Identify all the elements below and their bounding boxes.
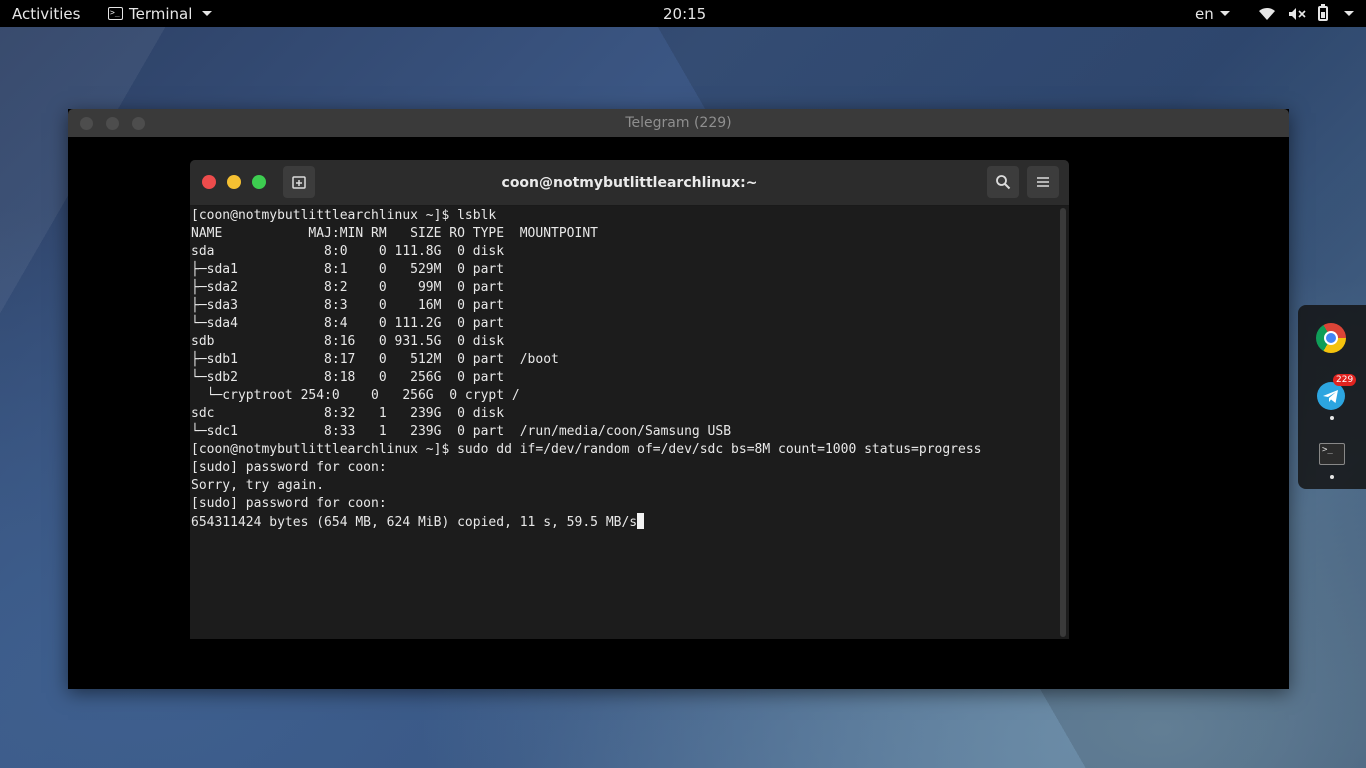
telegram-maximize-button[interactable] <box>132 117 145 130</box>
activities-label: Activities <box>12 4 81 23</box>
unread-badge: 229 <box>1333 374 1357 386</box>
terminal-line: NAME MAJ:MIN RM SIZE RO TYPE MOUNTPOINT <box>191 226 598 241</box>
terminal-text: [coon@notmybutlittlearchlinux ~]$ lsblk … <box>190 206 1056 532</box>
app-menu-label: Terminal <box>129 4 193 23</box>
terminal-line: └─sda4 8:4 0 111.2G 0 part <box>191 316 505 331</box>
chevron-down-icon <box>202 11 213 16</box>
search-button[interactable] <box>987 166 1019 198</box>
terminal-line: [coon@notmybutlittlearchlinux ~]$ sudo d… <box>191 442 982 457</box>
system-menu[interactable] <box>1258 0 1354 27</box>
terminal-line: [sudo] password for coon: <box>191 496 387 511</box>
chevron-down-icon <box>1344 11 1354 16</box>
telegram-icon <box>1317 382 1345 410</box>
terminal-line: sda 8:0 0 111.8G 0 disk <box>191 244 505 259</box>
activities-button[interactable]: Activities <box>12 0 80 27</box>
new-tab-button[interactable] <box>283 166 315 198</box>
terminal-output[interactable]: [coon@notmybutlittlearchlinux ~]$ lsblk … <box>190 206 1056 639</box>
dock-app-telegram[interactable]: 229 <box>1316 374 1357 420</box>
terminal-line: 654311424 bytes (654 MB, 624 MiB) copied… <box>191 515 638 530</box>
search-icon <box>996 175 1011 190</box>
scrollbar-thumb[interactable] <box>1060 208 1066 637</box>
clock[interactable]: 20:15 <box>663 0 706 27</box>
maximize-button[interactable] <box>252 175 266 189</box>
close-button[interactable] <box>202 175 216 189</box>
wifi-icon <box>1259 7 1275 20</box>
terminal-icon: >_ <box>108 7 123 20</box>
battery-icon <box>1318 4 1328 21</box>
running-indicator <box>1330 416 1334 420</box>
terminal-line: ├─sda1 8:1 0 529M 0 part <box>191 262 505 277</box>
volume-muted-icon <box>1289 7 1306 20</box>
terminal-line: └─sdc1 8:33 1 239G 0 part /run/media/coo… <box>191 424 732 439</box>
terminal-headerbar[interactable]: coon@notmybutlittlearchlinux:~ <box>190 160 1069 206</box>
terminal-line: [sudo] password for coon: <box>191 460 387 475</box>
menu-button[interactable] <box>1027 166 1059 198</box>
dash-dock: 229 >_ <box>1298 305 1366 489</box>
terminal-line: ├─sdb1 8:17 0 512M 0 part /boot <box>191 352 559 367</box>
minimize-button[interactable] <box>227 175 241 189</box>
terminal-line: sdc 8:32 1 239G 0 disk <box>191 406 505 421</box>
hamburger-menu-icon <box>1037 177 1049 187</box>
terminal-line: └─cryptroot 254:0 0 256G 0 crypt / <box>191 388 520 403</box>
chevron-down-icon <box>1219 11 1230 16</box>
chrome-icon <box>1316 323 1346 353</box>
clock-label: 20:15 <box>663 4 707 23</box>
terminal-title: coon@notmybutlittlearchlinux:~ <box>501 174 758 191</box>
top-bar: Activities >_ Terminal 20:15 en <box>0 0 1366 27</box>
app-menu[interactable]: >_ Terminal <box>108 0 213 27</box>
terminal-scrollbar[interactable] <box>1056 206 1069 639</box>
new-tab-icon <box>292 176 306 189</box>
terminal-window[interactable]: coon@notmybutlittlearchlinux:~ [coon@not… <box>190 160 1069 639</box>
dock-app-chrome[interactable] <box>1316 323 1348 355</box>
terminal-line: ├─sda2 8:2 0 99M 0 part <box>191 280 505 295</box>
telegram-minimize-button[interactable] <box>106 117 119 130</box>
terminal-line: sdb 8:16 0 931.5G 0 disk <box>191 334 505 349</box>
terminal-line: [coon@notmybutlittlearchlinux ~]$ lsblk <box>191 208 497 223</box>
terminal-line: └─sdb2 8:18 0 256G 0 part <box>191 370 505 385</box>
terminal-icon: >_ <box>1319 443 1345 465</box>
telegram-titlebar[interactable]: Telegram (229) <box>68 109 1289 137</box>
language-selector[interactable]: en <box>1195 0 1230 27</box>
telegram-close-button[interactable] <box>80 117 93 130</box>
language-label: en <box>1195 4 1214 23</box>
telegram-title: Telegram (229) <box>625 115 732 131</box>
text-cursor <box>637 513 645 529</box>
dock-app-terminal[interactable]: >_ <box>1316 439 1348 479</box>
terminal-line: Sorry, try again. <box>191 478 325 493</box>
terminal-line: ├─sda3 8:3 0 16M 0 part <box>191 298 505 313</box>
running-indicator <box>1330 475 1334 479</box>
